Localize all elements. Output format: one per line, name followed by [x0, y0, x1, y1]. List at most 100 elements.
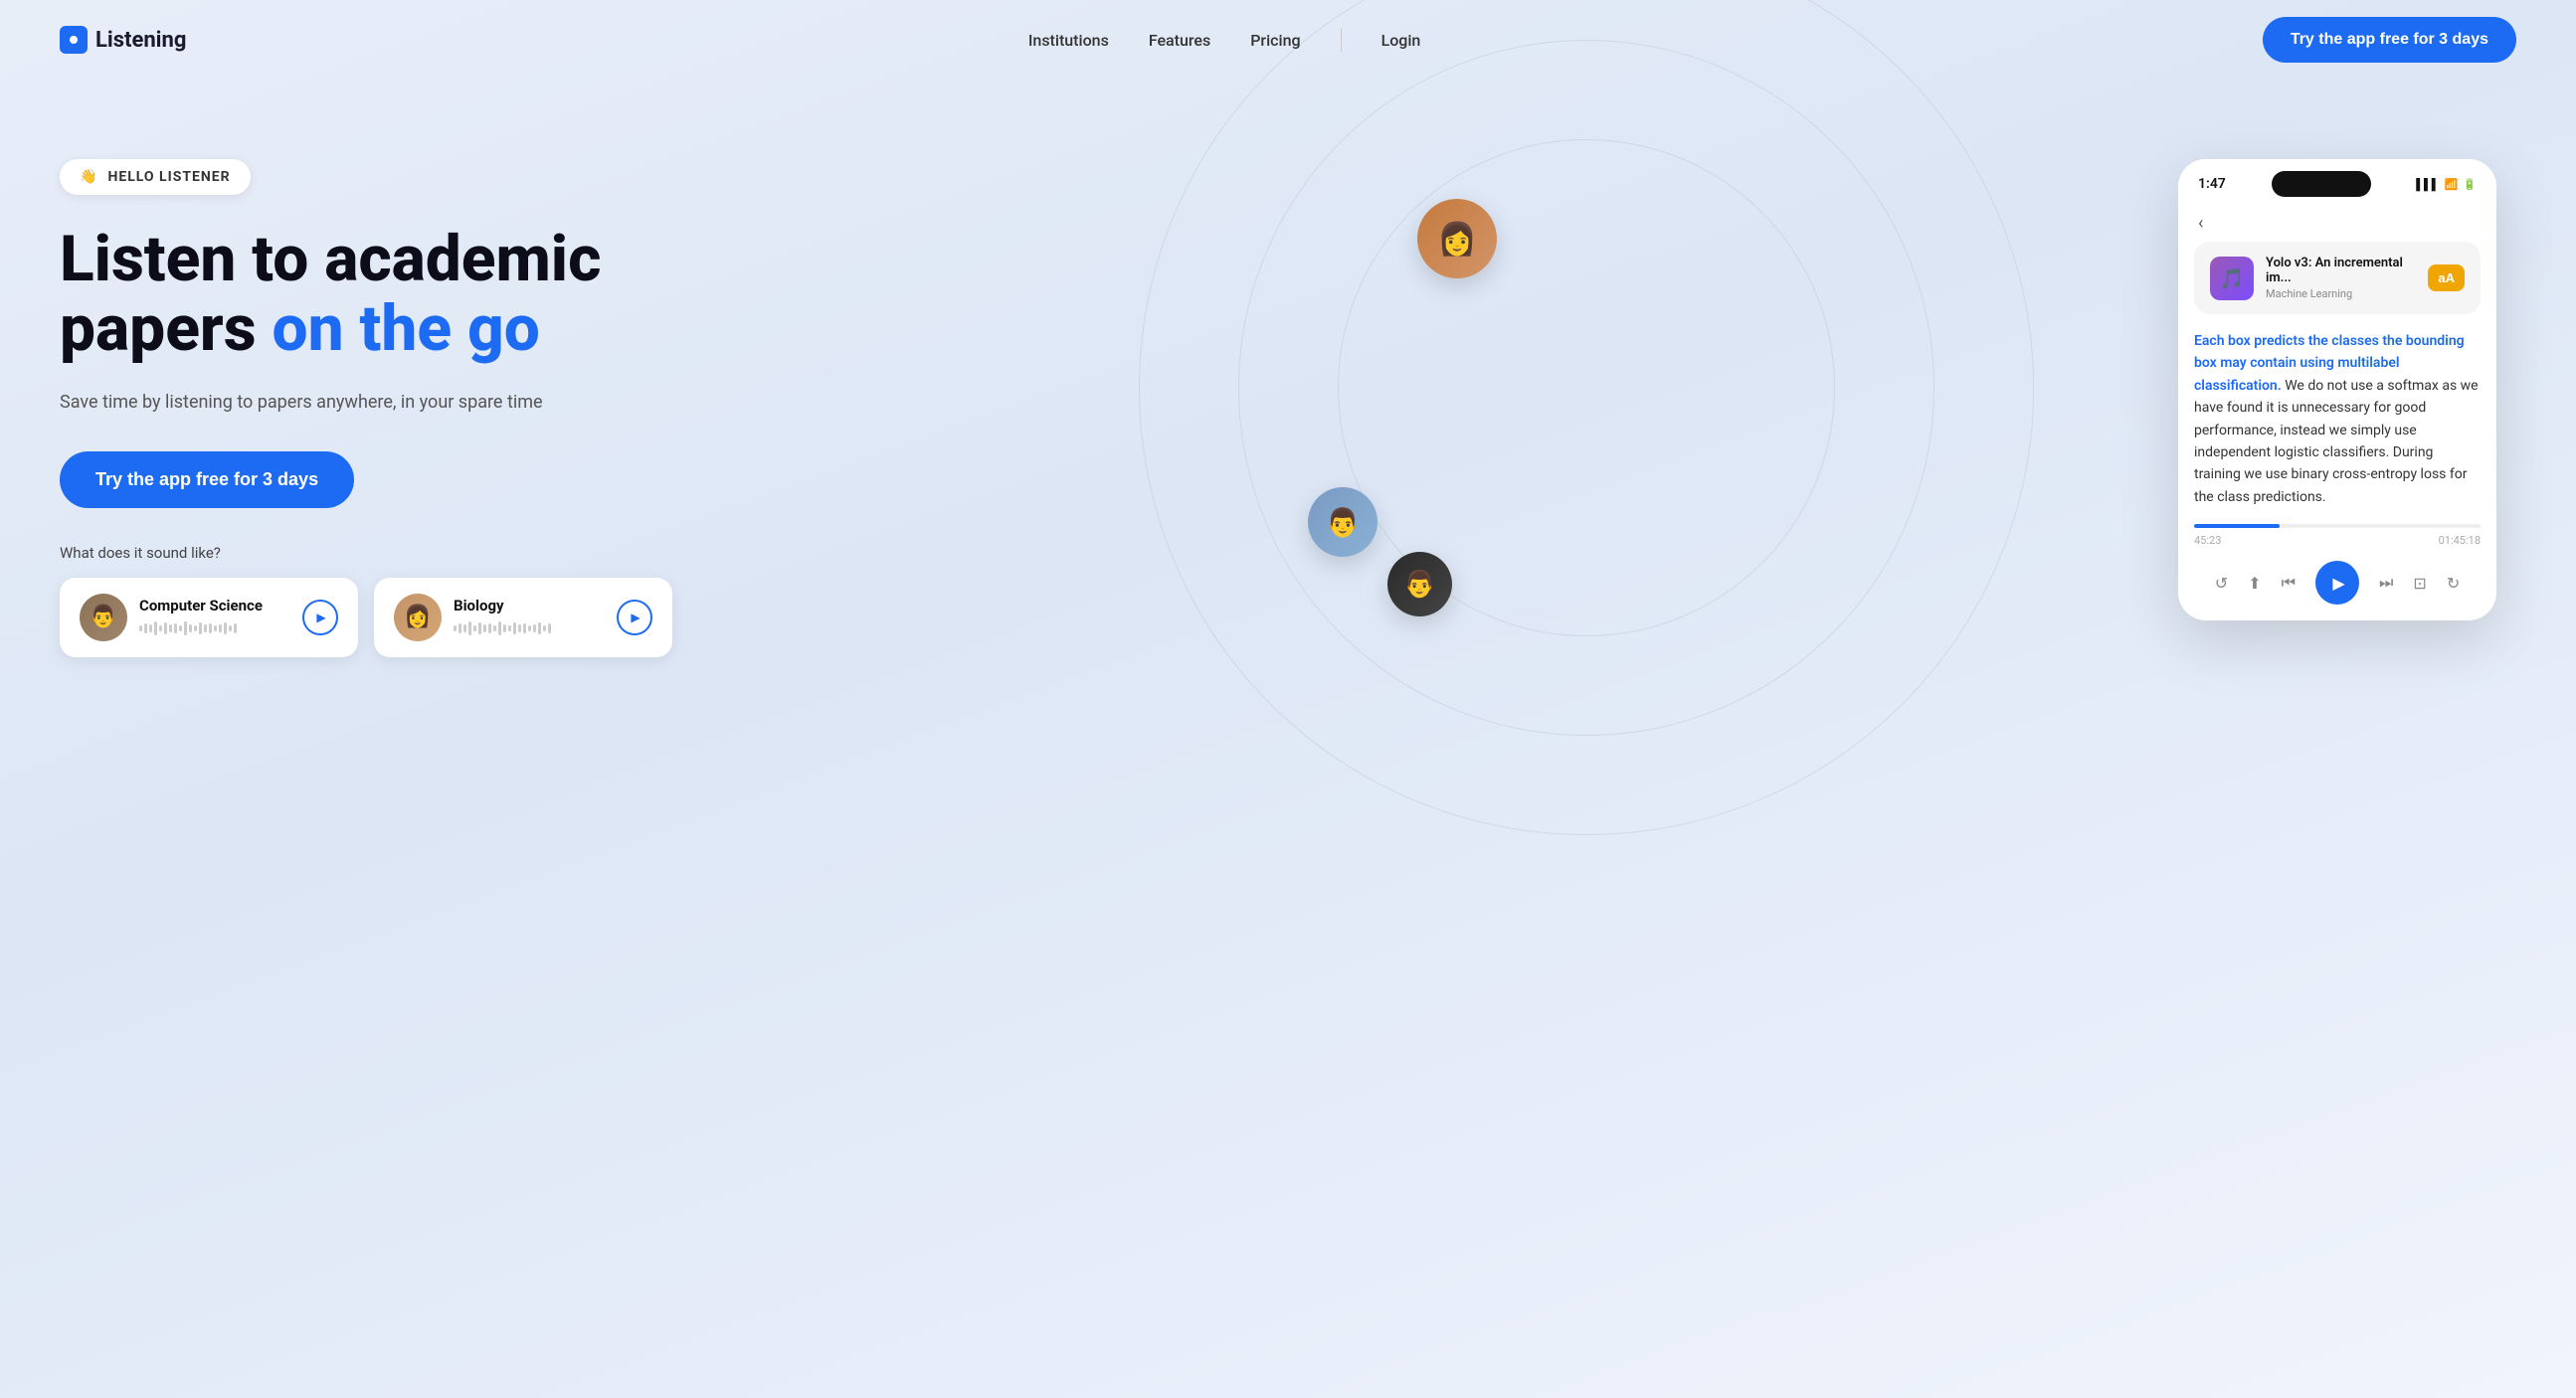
wave-bar	[144, 623, 147, 633]
wave-bar	[513, 622, 516, 634]
floating-avatar-2: 👨	[1308, 487, 1378, 557]
wave-bar	[159, 625, 162, 631]
hero-title-line1: Listen to academic	[60, 222, 601, 296]
nav-links: Institutions Features Pricing Login	[1028, 28, 1420, 52]
wave-bar	[209, 623, 212, 633]
wave-bar	[174, 623, 177, 633]
audio-info-cs: Computer Science	[139, 597, 290, 638]
wave-bar	[164, 622, 167, 634]
wave-bar	[204, 624, 207, 632]
wave-bar	[528, 625, 531, 631]
wave-bar	[488, 623, 491, 633]
wave-bar	[214, 625, 217, 631]
wave-bar	[533, 624, 536, 632]
wave-bar	[498, 621, 501, 635]
hero-left: 👋 HELLO LISTENER Listen to academic pape…	[60, 119, 1288, 657]
skip-back-icon[interactable]: ⏮	[2282, 573, 2296, 593]
aa-button[interactable]: aA	[2428, 264, 2465, 291]
share-icon[interactable]: ⬆	[2248, 574, 2261, 593]
wave-bar	[184, 621, 187, 635]
signal-icon: ▌▌▌	[2416, 178, 2439, 191]
wave-bar	[194, 625, 197, 631]
floating-avatar-1: 👩	[1417, 199, 1497, 278]
hello-badge: 👋 HELLO LISTENER	[60, 159, 251, 195]
wave-bar	[454, 625, 457, 631]
wave-bar	[518, 624, 521, 632]
wave-bar	[543, 625, 546, 631]
wave-bar	[463, 624, 466, 632]
battery-icon: 🔋	[2463, 178, 2477, 191]
wave-bar	[459, 623, 461, 633]
wave-bar	[468, 621, 471, 635]
audio-avatar-cs: 👨	[80, 594, 127, 641]
paper-icon: 🎵	[2210, 257, 2254, 300]
wave-bar	[179, 625, 182, 631]
audio-avatar-bio: 👩	[394, 594, 442, 641]
nav-login[interactable]: Login	[1381, 31, 1421, 50]
nav-features[interactable]: Features	[1149, 31, 1210, 50]
logo-icon	[60, 26, 88, 54]
wave-bar	[219, 624, 222, 632]
nav-institutions[interactable]: Institutions	[1028, 31, 1109, 50]
phone-notch	[2272, 171, 2371, 197]
logo[interactable]: Listening	[60, 26, 186, 54]
wave-bar	[139, 625, 142, 631]
phone-controls: ↺ ⬆ ⏮ ⏭ ⊡ ↻	[2178, 553, 2496, 620]
wave-bar	[154, 621, 157, 635]
wave-bar	[478, 622, 481, 634]
audio-waveform-bio	[454, 618, 605, 638]
audio-info-bio: Biology	[454, 597, 605, 638]
play-button-cs[interactable]	[302, 600, 338, 635]
wave-bar	[508, 625, 511, 631]
audio-cards: 👨 Computer Science	[60, 578, 1288, 657]
wave-bar	[493, 625, 496, 631]
phone-total-time: 01:45:18	[2439, 534, 2481, 547]
audio-waveform-cs	[139, 618, 290, 638]
badge-emoji: 👋	[80, 169, 97, 185]
hero-cta-button[interactable]: Try the app free for 3 days	[60, 451, 354, 508]
badge-text: HELLO LISTENER	[107, 169, 230, 185]
phone-back-button[interactable]: ‹	[2178, 205, 2496, 242]
phone-content-body: We do not use a softmax as we have found…	[2194, 378, 2479, 505]
nav-divider	[1341, 28, 1342, 52]
audio-title-cs: Computer Science	[139, 597, 290, 614]
main-play-button[interactable]	[2315, 561, 2359, 605]
phone-mockup: 1:47 ▌▌▌ 📶 🔋 ‹ 🎵 Yolo v3: An incremental…	[2178, 159, 2496, 620]
phone-paper-card: 🎵 Yolo v3: An incremental im... Machine …	[2194, 242, 2481, 314]
rewind-icon[interactable]: ↺	[2215, 574, 2228, 593]
phone-content: Each box predicts the classes the boundi…	[2178, 330, 2496, 524]
hero-title-highlight: on the go	[273, 291, 540, 366]
expand-icon[interactable]: ⊡	[2413, 574, 2426, 593]
wave-bar	[483, 624, 486, 632]
hero-subtitle: Save time by listening to papers anywher…	[60, 389, 1288, 416]
phone-status-icons: ▌▌▌ 📶 🔋	[2416, 178, 2477, 191]
phone-time: 1:47	[2198, 176, 2226, 192]
hero-right: 👩 👨 👨 1:47 ▌▌▌ 📶 🔋 ‹ 🎵 Yolo v3: An incre…	[1288, 119, 2516, 815]
loop-icon[interactable]: ↻	[2447, 574, 2460, 593]
phone-current-time: 45:23	[2194, 534, 2221, 547]
skip-forward-icon[interactable]: ⏭	[2379, 573, 2393, 593]
nav-cta-button[interactable]: Try the app free for 3 days	[2263, 17, 2516, 63]
hero-title-line2: papers	[60, 291, 273, 366]
phone-time-row: 45:23 01:45:18	[2178, 528, 2496, 553]
nav-pricing[interactable]: Pricing	[1250, 31, 1300, 50]
wave-bar	[199, 622, 202, 634]
paper-title: Yolo v3: An incremental im...	[2266, 256, 2416, 285]
wave-bar	[234, 623, 237, 633]
phone-status-bar: 1:47 ▌▌▌ 📶 🔋	[2178, 159, 2496, 205]
wave-bar	[473, 625, 476, 631]
paper-category: Machine Learning	[2266, 287, 2416, 300]
wave-bar	[149, 624, 152, 632]
paper-info: Yolo v3: An incremental im... Machine Le…	[2266, 256, 2416, 300]
wave-bar	[538, 622, 541, 634]
audio-card-cs: 👨 Computer Science	[60, 578, 358, 657]
audio-card-bio: 👩 Biology	[374, 578, 672, 657]
play-button-bio[interactable]	[617, 600, 652, 635]
wave-bar	[189, 624, 192, 632]
wave-bar	[169, 624, 172, 632]
wave-bar	[523, 623, 526, 633]
wifi-icon: 📶	[2445, 178, 2459, 191]
navbar: Listening Institutions Features Pricing …	[0, 0, 2576, 80]
wave-bar	[224, 622, 227, 634]
hero-section: 👋 HELLO LISTENER Listen to academic pape…	[0, 80, 2576, 1398]
